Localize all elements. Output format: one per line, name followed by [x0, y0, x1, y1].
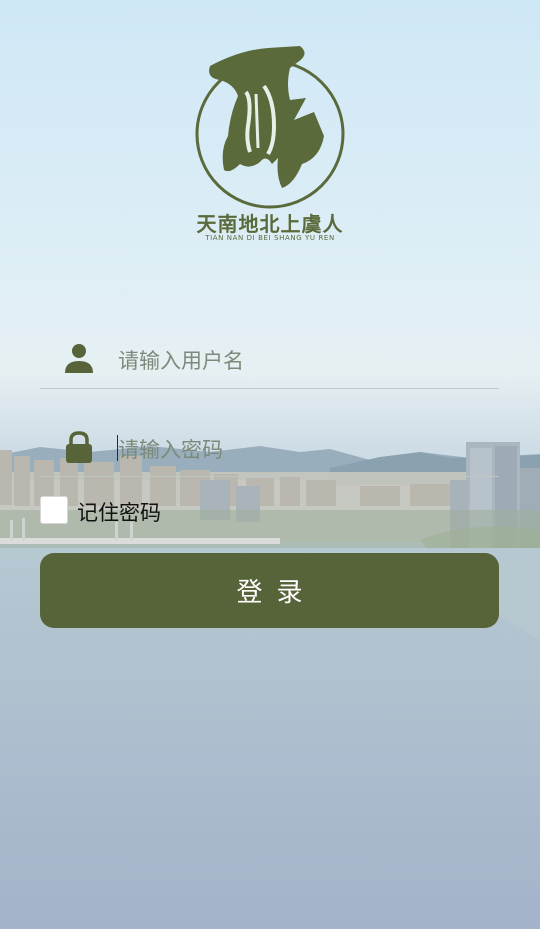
username-input[interactable]: 请输入用户名 — [118, 345, 244, 375]
user-icon — [65, 344, 93, 373]
username-field[interactable]: 请输入用户名 — [40, 333, 499, 389]
remember-label: 记住密码 — [77, 501, 161, 525]
brand-logo: 天南地北上虞人 TIAN NAN DI BEI SHANG YU REN — [190, 40, 350, 250]
brand-logo-icon — [195, 46, 345, 209]
password-input[interactable]: 请输入密码 — [118, 434, 223, 464]
password-field[interactable]: 请输入密码 — [40, 421, 499, 477]
login-button[interactable]: 登录 — [40, 553, 499, 628]
remember-checkbox[interactable] — [40, 496, 68, 524]
brand-name-cn: 天南地北上虞人 — [196, 212, 344, 236]
brand-name-en: TIAN NAN DI BEI SHANG YU REN — [205, 234, 335, 242]
lock-icon — [66, 431, 92, 463]
